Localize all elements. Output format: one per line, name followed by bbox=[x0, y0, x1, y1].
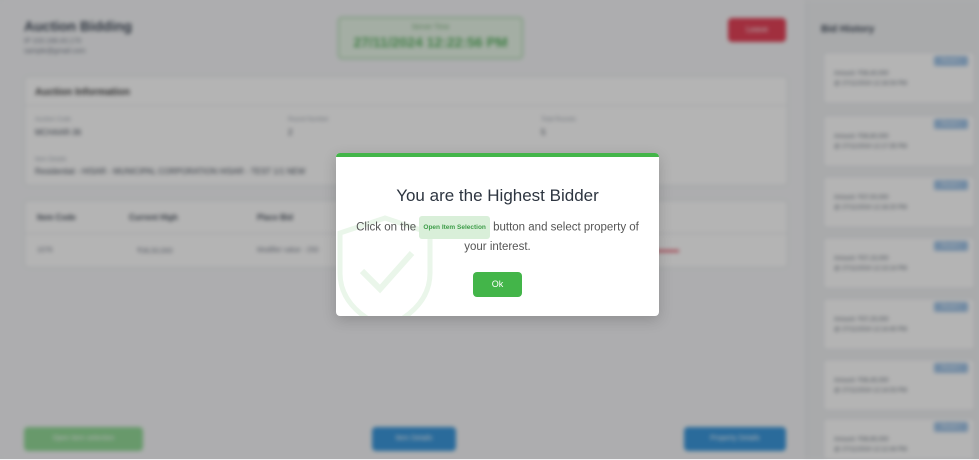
modal-title: You are the Highest Bidder bbox=[396, 186, 599, 205]
modal-message-suffix: button and select property of your inter… bbox=[464, 221, 639, 253]
ok-button[interactable]: Ok bbox=[473, 272, 522, 297]
modal-top-accent bbox=[336, 153, 659, 157]
modal-message-prefix: Click on the bbox=[356, 221, 417, 234]
open-item-selection-pill: Open Item Selection bbox=[419, 216, 490, 239]
highest-bidder-modal: You are the Highest Bidder Click on the … bbox=[336, 153, 659, 316]
modal-message: Click on the Open Item Selection button … bbox=[352, 216, 643, 256]
